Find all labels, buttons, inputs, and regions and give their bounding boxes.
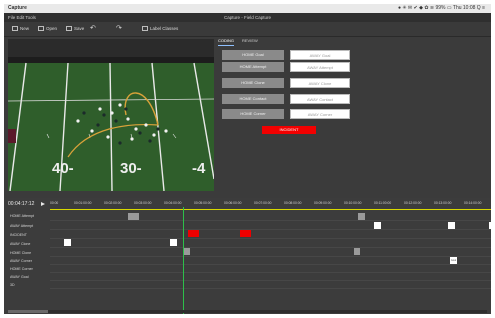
row-label-away-goal: AWAY Goal bbox=[10, 275, 29, 279]
label-classes-button[interactable]: Label Classes bbox=[142, 24, 178, 34]
incident-button[interactable]: INCIDENT bbox=[262, 126, 316, 134]
undo-button[interactable]: ↶ bbox=[90, 24, 96, 34]
label-classes-label: Label Classes bbox=[150, 26, 179, 31]
home-event[interactable] bbox=[128, 213, 139, 220]
redo-icon: ↷ bbox=[116, 25, 122, 32]
tab-coding[interactable]: CODING bbox=[218, 37, 234, 46]
incident-event[interactable] bbox=[188, 230, 199, 237]
row-divider bbox=[50, 264, 491, 265]
tick-label: 00:11:00:00 bbox=[374, 201, 392, 205]
new-label: New bbox=[20, 26, 30, 31]
tick-label: 00:02:00:00 bbox=[104, 201, 122, 205]
tab-review[interactable]: REVIEW bbox=[242, 37, 258, 45]
app-window: Capture ● ✳ ✉ ✔ ◆ ✿ ≋ 99% ▭ Thu 10:08 Q … bbox=[4, 4, 491, 314]
row-label-3d: 3D bbox=[10, 283, 15, 287]
tick-label: 00:05:00:00 bbox=[194, 201, 212, 205]
row-label-home-corner: HOME Corner bbox=[10, 267, 33, 271]
away-contact-button[interactable]: AWAY Contact bbox=[290, 94, 350, 104]
new-button[interactable]: New bbox=[12, 24, 29, 34]
menu-bar: Capture ● ✳ ✉ ✔ ◆ ✿ ≋ 99% ▭ Thu 10:08 Q … bbox=[4, 4, 491, 13]
home-event[interactable] bbox=[184, 248, 190, 255]
tick-label: 00:04:00:00 bbox=[164, 201, 182, 205]
yard-number-left: 40- bbox=[52, 160, 74, 177]
away-attempt-button[interactable]: AWAY Attempt bbox=[290, 62, 350, 72]
save-label: Save bbox=[74, 26, 85, 31]
window-titlebar: File Edit Tools Capture - Field Capture bbox=[4, 13, 491, 22]
toolbar: New Open Save ↶ ↷ Label Classes bbox=[4, 22, 491, 37]
away-clone-button[interactable]: AWAY Clone bbox=[290, 78, 350, 88]
home-contact-button[interactable]: HOME Contact bbox=[222, 94, 284, 104]
home-corner-button[interactable]: HOME Corner bbox=[222, 109, 284, 119]
yard-number-mid: 30- bbox=[120, 160, 142, 177]
tick-label: 00:12:00:00 bbox=[404, 201, 422, 205]
row-label-home-attempt: HOME Attempt bbox=[10, 214, 34, 218]
timeline-panel: 00:04:17:12 00:00 00:01:00:00 00:02:00:0… bbox=[4, 198, 491, 314]
open-button[interactable]: Open bbox=[38, 24, 57, 34]
save-button[interactable]: Save bbox=[66, 24, 84, 34]
home-event[interactable] bbox=[354, 248, 360, 255]
row-divider bbox=[50, 229, 491, 230]
away-event[interactable] bbox=[374, 222, 381, 229]
row-divider bbox=[50, 280, 491, 281]
row-label-away-corner: AWAY Corner bbox=[10, 259, 32, 263]
row-divider bbox=[50, 256, 491, 257]
tick-label: 00:09:00:00 bbox=[314, 201, 332, 205]
row-divider bbox=[50, 238, 491, 239]
away-corner-button[interactable]: AWAY Corner bbox=[290, 109, 350, 119]
grid-icon bbox=[142, 26, 148, 32]
folder-icon bbox=[38, 26, 44, 32]
playhead[interactable] bbox=[183, 207, 184, 314]
yard-number-right: -4 bbox=[192, 160, 206, 177]
tick-label: 00:00 bbox=[50, 201, 59, 205]
home-clone-button[interactable]: HOME Clone bbox=[222, 78, 284, 88]
tick-label: 00:01:00:00 bbox=[74, 201, 92, 205]
home-goal-button[interactable]: HOME Goal bbox=[222, 50, 284, 60]
tick-label: 00:07:00:00 bbox=[254, 201, 272, 205]
away-event[interactable] bbox=[170, 239, 177, 246]
tick-label: 00:13:00:00 bbox=[434, 201, 452, 205]
timeline-scrollbar[interactable] bbox=[8, 310, 487, 313]
row-divider bbox=[50, 288, 491, 289]
row-label-away-clone: AWAY Clone bbox=[10, 242, 31, 246]
incident-event[interactable] bbox=[240, 230, 251, 237]
tick-label: 00:06:00:00 bbox=[224, 201, 242, 205]
status-area: ● ✳ ✉ ✔ ◆ ✿ ≋ 99% ▭ Thu 10:08 Q ≡ bbox=[397, 5, 485, 11]
away-event[interactable] bbox=[64, 239, 71, 246]
video-player[interactable]: 40- 30- -4 bbox=[8, 39, 214, 191]
home-event[interactable] bbox=[358, 213, 365, 220]
play-icon[interactable] bbox=[41, 202, 45, 206]
row-label-away-attempt: AWAY Attempt bbox=[10, 224, 34, 228]
row-divider bbox=[50, 272, 491, 273]
home-attempt-button[interactable]: HOME Attempt bbox=[222, 62, 284, 72]
window-title: Capture - Field Capture bbox=[223, 15, 272, 20]
tick-label: 00:03:00:00 bbox=[134, 201, 152, 205]
tick-label: 00:14:00:00 bbox=[464, 201, 482, 205]
row-divider bbox=[50, 220, 491, 221]
away-event[interactable] bbox=[448, 222, 455, 229]
row-label-incident: INCIDENT bbox=[10, 233, 27, 237]
row-label-home-clone: HOME Clone bbox=[10, 251, 32, 255]
away-goal-event[interactable]: Goal bbox=[450, 257, 457, 264]
new-file-icon bbox=[12, 26, 18, 32]
away-goal-button[interactable]: AWAY Goal bbox=[290, 50, 350, 60]
save-icon bbox=[66, 26, 72, 32]
redo-button[interactable]: ↷ bbox=[116, 24, 122, 34]
current-time: 00:04:17:12 bbox=[8, 201, 35, 207]
scrollbar-thumb[interactable] bbox=[8, 310, 48, 313]
tick-label: 00:08:00:00 bbox=[284, 201, 302, 205]
row-divider bbox=[50, 247, 491, 248]
football-field-frame: 40- 30- -4 bbox=[8, 39, 214, 191]
away-event[interactable] bbox=[489, 222, 491, 229]
timeline-ruler[interactable] bbox=[50, 209, 491, 210]
app-name[interactable]: Capture bbox=[8, 4, 27, 13]
undo-icon: ↶ bbox=[90, 25, 96, 32]
open-label: Open bbox=[46, 26, 58, 31]
tick-label: 00:10:00:00 bbox=[344, 201, 362, 205]
